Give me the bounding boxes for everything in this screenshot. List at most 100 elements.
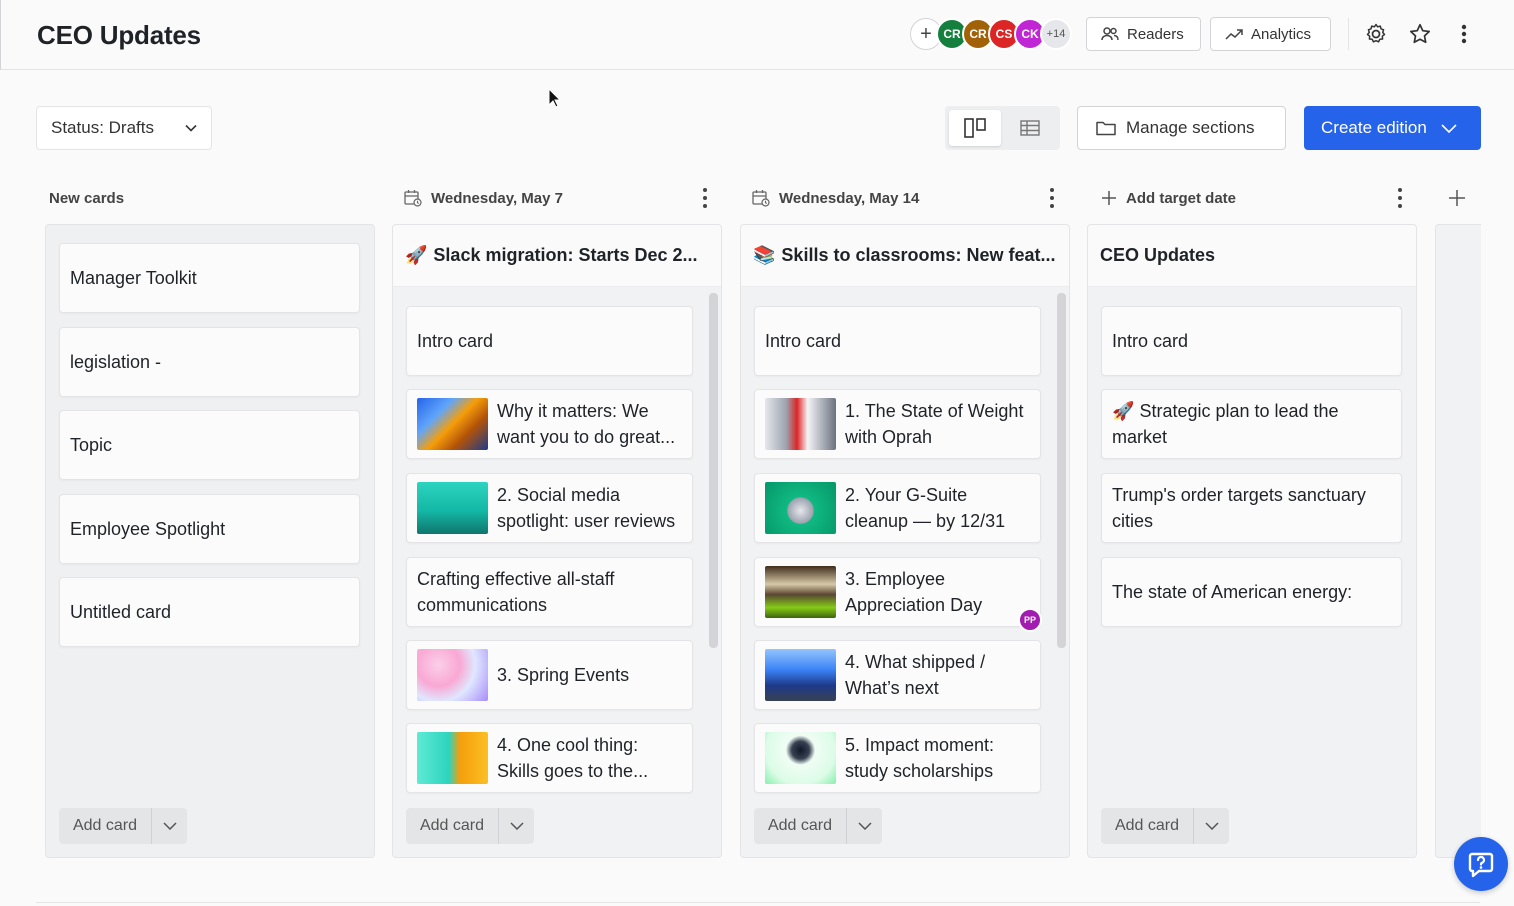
list-item[interactable]: Untitled card [59, 577, 360, 647]
more-collaborators-badge[interactable]: +14 [1040, 18, 1072, 50]
add-card-button[interactable]: Add card [406, 808, 498, 844]
chevron-down-icon [509, 822, 524, 830]
card-thumbnail [417, 732, 488, 784]
add-column-button[interactable] [1448, 184, 1466, 212]
readers-label: Readers [1127, 25, 1184, 43]
list-item[interactable]: 🚀 Strategic plan to lead the market [1101, 389, 1402, 459]
column-partial [1435, 224, 1481, 858]
list-item[interactable]: Intro card [754, 306, 1041, 376]
readers-button[interactable]: Readers [1086, 17, 1201, 51]
add-card-button[interactable]: Add card [754, 808, 846, 844]
list-item[interactable]: legislation - [59, 327, 360, 397]
star-icon [1409, 23, 1431, 44]
more-options-button[interactable] [1450, 20, 1478, 48]
plus-icon [1449, 190, 1465, 206]
column-menu-button[interactable] [1397, 188, 1403, 208]
card-thumbnail [417, 482, 488, 534]
edition-title[interactable]: CEO Updates [1088, 225, 1416, 287]
help-chat-button[interactable] [1454, 837, 1508, 891]
create-edition-label: Create edition [1321, 118, 1427, 137]
add-card-control: Add card [59, 808, 187, 844]
view-toggle [945, 106, 1060, 150]
board-view-button[interactable] [949, 110, 1001, 146]
add-card-options-button[interactable] [846, 808, 882, 844]
column-edition-may-14: 📚 Skills to classrooms: New feat... Intr… [740, 224, 1070, 858]
new-cards-label: New cards [49, 189, 125, 207]
users-icon [1101, 27, 1119, 41]
calendar-icon [752, 190, 770, 207]
status-filter-select[interactable]: Status: Drafts [36, 106, 212, 150]
add-card-control: Add card [406, 808, 534, 844]
assignee-avatar[interactable]: PP [1018, 608, 1042, 632]
list-item[interactable]: 2. Social media spotlight: user reviews [406, 473, 693, 543]
list-item[interactable]: Employee Spotlight [59, 494, 360, 564]
add-card-control: Add card [754, 808, 882, 844]
list-item[interactable]: 5. Impact moment: study scholarships [754, 723, 1041, 793]
list-item[interactable]: Trump's order targets sanctuary cities [1101, 473, 1402, 543]
rocket-icon: 🚀 [1112, 401, 1135, 421]
favorite-button[interactable] [1406, 20, 1434, 48]
list-item[interactable]: Topic [59, 410, 360, 480]
add-card-button[interactable]: Add card [1101, 808, 1193, 844]
manage-sections-label: Manage sections [1126, 118, 1255, 137]
column-date: Wednesday, May 14 [779, 189, 920, 207]
add-card-control: Add card [1101, 808, 1229, 844]
analytics-button[interactable]: Analytics [1210, 17, 1331, 51]
card-thumbnail [765, 649, 836, 701]
list-item[interactable]: Intro card [1101, 306, 1402, 376]
rocket-icon: 🚀 [405, 245, 428, 265]
list-item[interactable]: 4. What shipped / What’s next [754, 640, 1041, 710]
chevron-down-icon [1204, 822, 1219, 830]
add-card-options-button[interactable] [1193, 808, 1229, 844]
divider [36, 902, 1480, 903]
list-item[interactable]: The state of American energy: [1101, 557, 1402, 627]
board-view-icon [963, 118, 986, 138]
top-bar: CEO Updates + CR CR CS CK +14 Readers An… [0, 0, 1514, 70]
list-item[interactable]: 4. One cool thing: Skills goes to the... [406, 723, 693, 793]
gear-icon [1366, 23, 1386, 43]
column-scrollbar[interactable] [1057, 293, 1066, 648]
divider [1348, 18, 1349, 50]
list-item[interactable]: Intro card [406, 306, 693, 376]
card-thumbnail [417, 398, 488, 450]
table-view-button[interactable] [1005, 110, 1057, 146]
folder-icon [1096, 121, 1116, 136]
list-item[interactable]: 3. Spring Events [406, 640, 693, 710]
chevron-down-icon [1441, 123, 1457, 133]
calendar-icon [404, 190, 422, 207]
column-edition-undated: CEO Updates Intro card 🚀 Strategic plan … [1087, 224, 1417, 858]
collaborator-avatars: + CR CR CS CK +14 [910, 17, 1072, 51]
column-menu-button[interactable] [1049, 188, 1055, 208]
create-edition-button[interactable]: Create edition [1304, 106, 1481, 150]
card-thumbnail [417, 649, 488, 701]
column-menu-button[interactable] [702, 188, 708, 208]
list-item[interactable]: Why it matters: We want you to do great.… [406, 389, 693, 459]
column-header-may-7[interactable]: Wednesday, May 7 [404, 184, 563, 212]
list-item[interactable]: 1. The State of Weight with Oprah [754, 389, 1041, 459]
column-header-new-cards: New cards [49, 184, 124, 212]
edition-title[interactable]: 📚 Skills to classrooms: New feat... [741, 225, 1069, 287]
chevron-down-icon [162, 822, 177, 830]
page-title: CEO Updates [37, 20, 201, 50]
column-date: Wednesday, May 7 [431, 189, 563, 207]
list-item[interactable]: 3. Employee Appreciation Day PP [754, 557, 1042, 632]
add-target-date-button[interactable]: Add target date [1101, 184, 1236, 212]
chat-help-icon [1468, 852, 1494, 878]
card-thumbnail [765, 398, 836, 450]
list-item[interactable]: Crafting effective all-staff communicati… [406, 557, 693, 627]
add-card-options-button[interactable] [498, 808, 534, 844]
chevron-down-icon [857, 822, 872, 830]
add-card-options-button[interactable] [151, 808, 187, 844]
list-item[interactable]: Manager Toolkit [59, 243, 360, 313]
column-header-may-14[interactable]: Wednesday, May 14 [752, 184, 919, 212]
add-target-date-label: Add target date [1126, 189, 1237, 207]
table-view-icon [1020, 120, 1040, 136]
settings-button[interactable] [1362, 20, 1390, 48]
add-card-button[interactable]: Add card [59, 808, 151, 844]
chevron-down-icon [185, 124, 197, 132]
column-scrollbar[interactable] [709, 293, 718, 648]
manage-sections-button[interactable]: Manage sections [1077, 106, 1286, 150]
list-item[interactable]: 2. Your G-Suite cleanup — by 12/31 [754, 473, 1041, 543]
kebab-icon [1461, 24, 1467, 44]
edition-title[interactable]: 🚀 Slack migration: Starts Dec 2... [393, 225, 721, 287]
